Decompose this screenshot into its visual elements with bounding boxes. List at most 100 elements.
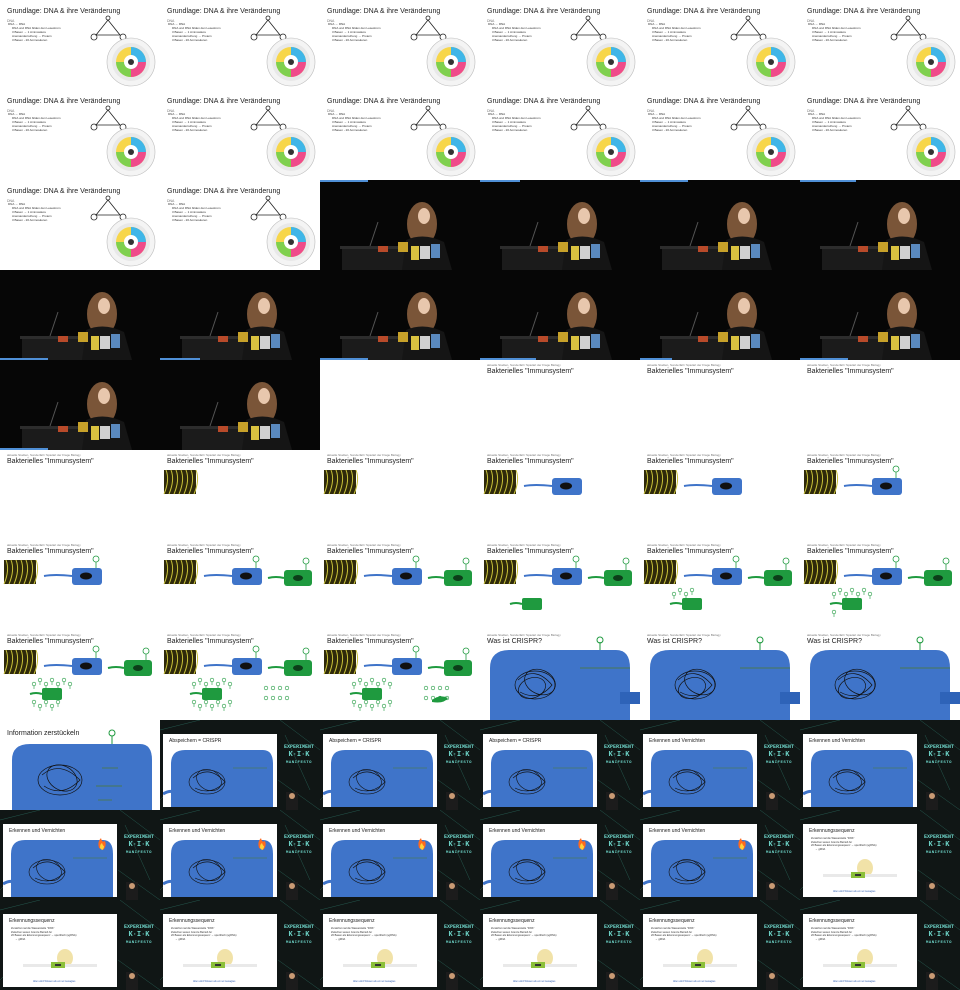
phage-particle xyxy=(351,699,357,705)
phage-particle xyxy=(831,609,837,615)
immune-slide-thumbnail[interactable]: aktuelle Studien, Sonderfall / Spielart … xyxy=(0,630,160,720)
infected-cell xyxy=(509,598,542,610)
dna-diagram xyxy=(250,15,316,87)
conference-slide-frame[interactable]: Erkennungssequenz Zunächst mal die Wasse… xyxy=(0,900,160,990)
dna-slide-thumbnail[interactable]: Grundlage: DNA & ihre Veränderung DNA DN… xyxy=(160,180,320,270)
crispr-slide-thumbnail[interactable]: aktuelle Studien, Sonderfall / Spielart … xyxy=(800,630,960,720)
conference-slide-frame[interactable]: Erkennungssequenz Zunächst mal die Wasse… xyxy=(800,900,960,990)
immune-slide-thumbnail[interactable]: aktuelle Studien, Sonderfall / Spielart … xyxy=(640,360,800,450)
phage-particle xyxy=(49,703,55,709)
dna-slide-thumbnail[interactable]: Grundlage: DNA & ihre Veränderung DNA DN… xyxy=(480,90,640,180)
conference-slide-frame[interactable]: Erkennungssequenz Zunächst mal die Wasse… xyxy=(320,900,480,990)
phage-particle xyxy=(209,677,215,683)
conference-slide-frame[interactable]: Abspeichern = CRISPR EXPERIMENT K·I·K MA… xyxy=(320,720,480,810)
phage-icon xyxy=(732,555,740,563)
conference-slide-frame[interactable]: Erkennungssequenz Zunächst mal die Wasse… xyxy=(800,810,960,900)
immune-slide-thumbnail[interactable]: aktuelle Studien, Sonderfall / Spielart … xyxy=(0,450,160,540)
immune-slide-thumbnail[interactable]: aktuelle Studien, Sonderfall / Spielart … xyxy=(640,450,800,540)
speaker-face xyxy=(898,298,910,314)
immune-slide-thumbnail[interactable]: aktuelle Studien, Sonderfall / Spielart … xyxy=(480,360,640,450)
speaker-video-frame[interactable] xyxy=(480,180,640,270)
immune-slide-thumbnail[interactable]: aktuelle Studien, Sonderfall / Spielart … xyxy=(800,360,960,450)
dna-slide-thumbnail[interactable]: Grundlage: DNA & ihre Veränderung DNA DN… xyxy=(0,0,160,90)
dna-slide-thumbnail[interactable]: Grundlage: DNA & ihre Veränderung DNA DN… xyxy=(160,90,320,180)
dna-slide-thumbnail[interactable]: Grundlage: DNA & ihre Veränderung DNA DN… xyxy=(320,90,480,180)
dna-diagram xyxy=(730,15,796,87)
dna-diagram xyxy=(250,195,316,267)
bacterium-cell-green xyxy=(587,557,632,586)
immune-slide-thumbnail[interactable]: aktuelle Studien, Sonderfall / Spielart … xyxy=(160,450,320,540)
immune-diagram xyxy=(643,555,792,610)
conference-slide-frame[interactable]: Erkennen und Vernichten EXPERIMENT K·I·K xyxy=(640,810,800,900)
phage-particle xyxy=(37,703,43,709)
speaker-video-frame[interactable] xyxy=(800,180,960,270)
split-slide-thumbnail[interactable]: Information zerstückeln xyxy=(0,720,160,810)
immune-slide-thumbnail[interactable]: aktuelle Studien, Sonderfall / Spielart … xyxy=(480,450,640,540)
conference-slide-frame[interactable]: Abspeichern = CRISPR EXPERIMENT K·I·K MA… xyxy=(480,720,640,810)
immune-slide-thumbnail[interactable]: aktuelle Studien, Sonderfall / Spielart … xyxy=(160,630,320,720)
speaker-video-frame[interactable] xyxy=(160,360,320,450)
bacterium-cell-green xyxy=(427,557,472,586)
conference-slide-frame[interactable]: Erkennen und Vernichten EXPERIMENT K·I·K xyxy=(0,810,160,900)
empty-cell xyxy=(320,360,480,450)
playback-progress-bar[interactable] xyxy=(800,180,856,182)
phage-micrograph xyxy=(163,559,199,585)
crispr-slide-thumbnail[interactable]: aktuelle Studien, Sonderfall / Spielart … xyxy=(480,630,640,720)
phage-particle xyxy=(363,699,369,705)
phage-icon xyxy=(252,645,260,653)
immune-slide-thumbnail[interactable]: aktuelle Studien, Sonderfall / Spielart … xyxy=(800,540,960,630)
dna-slide-thumbnail[interactable]: Grundlage: DNA & ihre Veränderung DNA DN… xyxy=(160,0,320,90)
speaker-video-frame[interactable] xyxy=(0,360,160,450)
dna-slide-thumbnail[interactable]: Grundlage: DNA & ihre Veränderung DNA DN… xyxy=(640,90,800,180)
speaker-video-frame[interactable] xyxy=(320,270,480,360)
bacterium-diagram xyxy=(483,838,593,897)
bacterium-cell xyxy=(650,650,790,720)
playback-progress-bar[interactable] xyxy=(640,180,688,182)
bacterium-diagram xyxy=(163,838,273,897)
conference-slide-frame[interactable]: Erkennungssequenz Zunächst mal die Wasse… xyxy=(480,900,640,990)
speaker-video-frame[interactable] xyxy=(480,270,640,360)
codon-wheel xyxy=(106,217,156,267)
immune-slide-thumbnail[interactable]: aktuelle Studien, Sonderfall / Spielart … xyxy=(480,540,640,630)
central-dogma-triangle xyxy=(410,15,447,41)
immune-slide-thumbnail[interactable]: aktuelle Studien, Sonderfall / Spielart … xyxy=(320,630,480,720)
conference-slide-frame[interactable]: Erkennungssequenz Zunächst mal die Wasse… xyxy=(640,900,800,990)
dna-diagram xyxy=(90,195,156,267)
immune-slide-thumbnail[interactable]: aktuelle Studien, Sonderfall / Spielart … xyxy=(320,540,480,630)
cas9-diagram xyxy=(823,949,897,968)
dna-slide-thumbnail[interactable]: Grundlage: DNA & ihre Veränderung DNA DN… xyxy=(640,0,800,90)
conference-slide-frame[interactable]: Abspeichern = CRISPR EXPERIMENT K·I·K MA… xyxy=(160,720,320,810)
speaker-video-frame[interactable] xyxy=(640,270,800,360)
playback-progress-bar[interactable] xyxy=(480,180,520,182)
immune-slide-thumbnail[interactable]: aktuelle Studien, Sonderfall / Spielart … xyxy=(0,540,160,630)
central-dogma-triangle xyxy=(890,105,927,131)
dna-slide-thumbnail[interactable]: Grundlage: DNA & ihre Veränderung DNA DN… xyxy=(800,90,960,180)
dna-slide-thumbnail[interactable]: Grundlage: DNA & ihre Veränderung DNA DN… xyxy=(0,90,160,180)
speaker-face xyxy=(578,208,590,224)
codon-wheel xyxy=(586,127,636,177)
conference-slide-frame[interactable]: Erkennen und Vernichten EXPERIMENT K·I·K xyxy=(480,810,640,900)
dna-slide-thumbnail[interactable]: Grundlage: DNA & ihre Veränderung DNA DN… xyxy=(480,0,640,90)
conference-slide-frame[interactable]: Erkennen und Vernichten EXPERIMENT K·I·K xyxy=(160,810,320,900)
playback-progress-bar[interactable] xyxy=(320,180,368,182)
conference-slide-frame[interactable]: Erkennen und Vernichten EXPERIMENT K·I·K xyxy=(320,810,480,900)
speaker-video-frame[interactable] xyxy=(320,180,480,270)
crispr-slide-thumbnail[interactable]: aktuelle Studien, Sonderfall / Spielart … xyxy=(640,630,800,720)
speaker-video-frame[interactable] xyxy=(640,180,800,270)
speaker-video-frame[interactable] xyxy=(800,270,960,360)
bacterium-cell-green xyxy=(747,557,792,586)
immune-slide-thumbnail[interactable]: aktuelle Studien, Sonderfall / Spielart … xyxy=(800,450,960,540)
immune-slide-thumbnail[interactable]: aktuelle Studien, Sonderfall / Spielart … xyxy=(640,540,800,630)
conference-slide-frame[interactable]: Erkennen und Vernichten EXPERIMENT K·I·K… xyxy=(800,720,960,810)
dna-slide-thumbnail[interactable]: Grundlage: DNA & ihre Veränderung DNA DN… xyxy=(320,0,480,90)
dna-slide-thumbnail[interactable]: Grundlage: DNA & ihre Veränderung DNA DN… xyxy=(800,0,960,90)
conference-slide-frame[interactable]: Erkennen und Vernichten EXPERIMENT K·I·K… xyxy=(640,720,800,810)
dna-slide-thumbnail[interactable]: Grundlage: DNA & ihre Veränderung DNA DN… xyxy=(0,180,160,270)
immune-slide-thumbnail[interactable]: aktuelle Studien, Sonderfall / Spielart … xyxy=(320,450,480,540)
phage-micrograph xyxy=(323,649,359,675)
speaker-video-frame[interactable] xyxy=(0,270,160,360)
speaker-video-frame[interactable] xyxy=(160,270,320,360)
slide-card: Erkennen und Vernichten xyxy=(323,824,437,897)
immune-slide-thumbnail[interactable]: aktuelle Studien, Sonderfall / Spielart … xyxy=(160,540,320,630)
conference-slide-frame[interactable]: Erkennungssequenz Zunächst mal die Wasse… xyxy=(160,900,320,990)
